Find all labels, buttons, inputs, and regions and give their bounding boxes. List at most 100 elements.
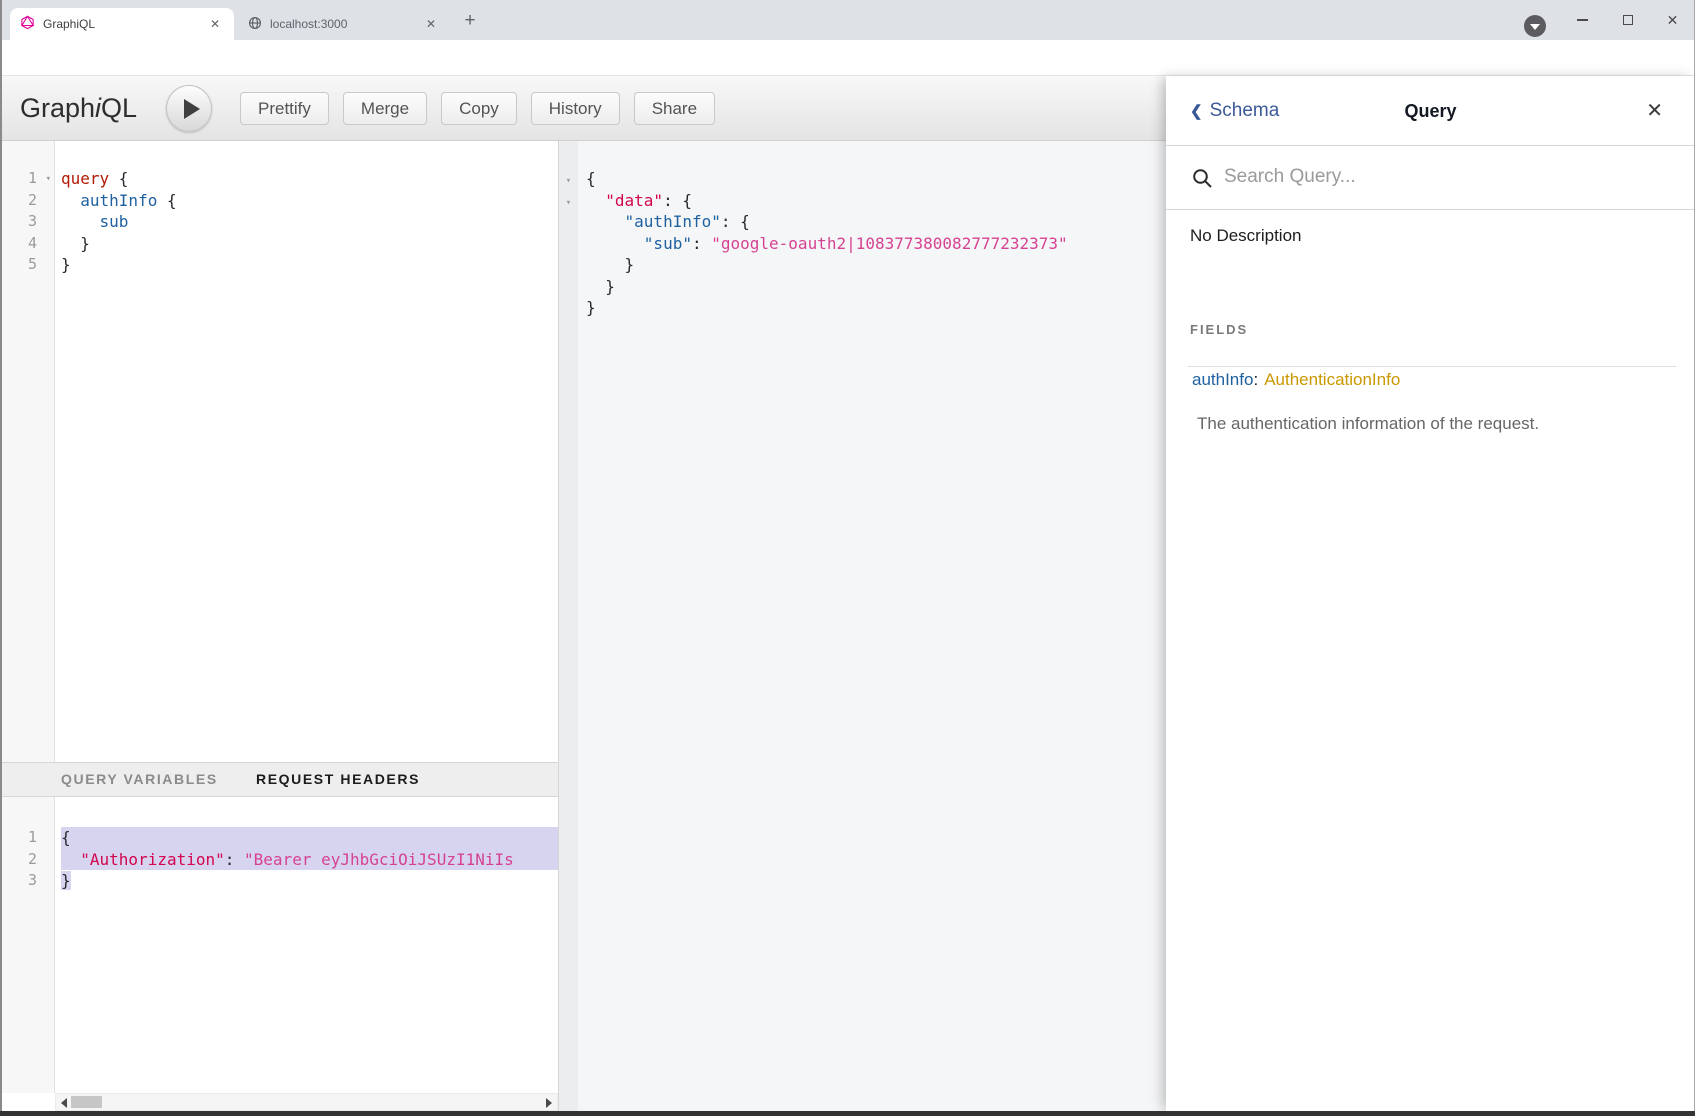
doc-search-input[interactable] — [1224, 146, 1664, 208]
code-token: } — [586, 255, 634, 274]
window-close-button[interactable]: ✕ — [1650, 0, 1695, 40]
headers-editor-code[interactable]: { "Authorization": "Bearer eyJhbGciOiJSU… — [61, 797, 558, 1093]
merge-button[interactable]: Merge — [343, 92, 427, 125]
code-token — [61, 191, 80, 210]
code-line[interactable]: { — [61, 827, 558, 849]
code-token — [586, 212, 625, 231]
tab-graphiql[interactable]: GraphiQL ✕ — [10, 8, 234, 40]
prettify-button[interactable]: Prettify — [240, 92, 329, 125]
doc-explorer-header: ❮Schema Query ✕ — [1166, 76, 1695, 146]
doc-title: Query — [1166, 76, 1695, 146]
tab-close-icon[interactable]: ✕ — [206, 15, 224, 33]
field-type-link[interactable]: AuthenticationInfo — [1264, 370, 1400, 389]
code-token: sub — [100, 212, 129, 231]
code-line[interactable]: } — [61, 254, 558, 276]
doc-explorer-panel: ❮Schema Query ✕ No Description FIELDS au… — [1166, 76, 1695, 1111]
fold-gutter-cell — [559, 211, 578, 233]
code-line: { — [586, 168, 1164, 190]
fold-toggle-icon[interactable]: ▾ — [566, 176, 571, 186]
code-line[interactable]: "Authorization": "Bearer eyJhbGciOiJSUzI… — [61, 849, 558, 871]
code-line[interactable]: } — [61, 233, 558, 255]
code-line[interactable]: authInfo { — [61, 190, 558, 212]
fold-gutter-cell: ▾ — [559, 190, 578, 212]
fold-toggle-icon[interactable]: ▾ — [566, 198, 571, 208]
result-fold-gutter: ▾▾ — [559, 141, 578, 1111]
code-token: "data" — [605, 191, 663, 210]
line-number: 2 — [0, 190, 54, 212]
graphql-logo-icon — [20, 15, 35, 33]
doc-fields-heading: FIELDS — [1190, 322, 1248, 337]
code-token: } — [61, 871, 71, 890]
tab-request-headers[interactable]: REQUEST HEADERS — [256, 763, 420, 796]
minimize-button[interactable] — [1560, 0, 1605, 40]
code-token: : — [225, 850, 244, 869]
code-token: "sub" — [644, 234, 692, 253]
tab-title: GraphiQL — [43, 17, 206, 31]
code-token: : { — [663, 191, 692, 210]
headers-editor-gutter: 123 — [0, 797, 55, 1093]
line-number: 3 — [0, 211, 54, 233]
line-number: 1 — [0, 827, 54, 849]
tab-localhost[interactable]: localhost:3000 ✕ — [238, 8, 450, 40]
doc-close-button[interactable]: ✕ — [1646, 76, 1663, 146]
scroll-right-icon[interactable] — [546, 1098, 552, 1108]
code-line: } — [586, 276, 1164, 298]
code-line[interactable]: } — [61, 870, 558, 892]
scroll-left-icon[interactable] — [61, 1098, 67, 1108]
result-code: { "data": { "authInfo": { "sub": "google… — [586, 141, 1164, 1111]
code-line: "sub": "google-oauth2|108377380082777232… — [586, 233, 1164, 255]
line-number: 2 — [0, 849, 54, 871]
tab-query-variables[interactable]: QUERY VARIABLES — [61, 763, 218, 796]
doc-search-row — [1166, 146, 1695, 210]
code-line: } — [586, 254, 1164, 276]
code-token: "Bearer eyJhbGciOiJSUzI1NiIs — [244, 850, 514, 869]
fold-toggle-icon[interactable]: ▾ — [46, 169, 51, 191]
window-border-bottom — [0, 1111, 1695, 1116]
code-line: "authInfo": { — [586, 211, 1164, 233]
field-name-link[interactable]: authInfo — [1192, 370, 1253, 389]
doc-field-entry: authInfo:AuthenticationInfo — [1192, 370, 1400, 390]
copy-button[interactable]: Copy — [441, 92, 517, 125]
scrollbar-thumb[interactable] — [71, 1096, 102, 1108]
code-token: { — [586, 169, 596, 188]
tab-close-icon[interactable]: ✕ — [422, 15, 440, 33]
query-editor-gutter: 1▾2345 — [0, 141, 55, 762]
code-token: { — [61, 828, 71, 847]
code-token: "google-oauth2|108377380082777232373" — [711, 234, 1067, 253]
secondary-editor-titlebar: QUERY VARIABLES REQUEST HEADERS — [0, 762, 558, 797]
line-number: 5 — [0, 254, 54, 276]
code-line: "data": { — [586, 190, 1164, 212]
doc-no-description: No Description — [1190, 226, 1302, 246]
code-token: } — [586, 298, 596, 317]
chevron-down-icon — [1530, 24, 1540, 30]
line-number: 3 — [0, 870, 54, 892]
code-token: : { — [721, 212, 750, 231]
horizontal-scrollbar[interactable] — [55, 1093, 558, 1111]
browser-tab-strip: GraphiQL ✕ localhost:3000 ✕ + ✕ — [0, 0, 1695, 40]
browser-navbar: ← → localhost:3000 uO P Tp L Aktualisier… — [0, 40, 1695, 76]
fold-gutter-cell: ▾ — [559, 168, 578, 190]
code-token — [586, 191, 605, 210]
minimize-icon — [1577, 19, 1588, 21]
line-number: 1▾ — [0, 168, 54, 190]
doc-fields-divider — [1188, 366, 1676, 367]
line-number: 4 — [0, 233, 54, 255]
graphiql-logo: GraphiQL — [20, 76, 137, 140]
share-button[interactable]: Share — [634, 92, 715, 125]
history-button[interactable]: History — [531, 92, 620, 125]
query-editor-code[interactable]: query { authInfo { sub }} — [61, 141, 558, 762]
code-token: query — [61, 169, 109, 188]
new-tab-button[interactable]: + — [460, 12, 480, 32]
download-status-icon[interactable] — [1524, 15, 1546, 37]
maximize-button[interactable] — [1605, 0, 1650, 40]
code-token — [61, 850, 80, 869]
code-token — [586, 234, 644, 253]
execute-query-button[interactable] — [166, 85, 212, 132]
code-line[interactable]: query { — [61, 168, 558, 190]
toolbar-buttons: Prettify Merge Copy History Share — [240, 92, 715, 125]
fold-gutter-cell — [559, 297, 578, 319]
doc-field-description: The authentication information of the re… — [1197, 414, 1539, 434]
code-token: } — [61, 234, 90, 253]
code-token: { — [109, 169, 128, 188]
code-line[interactable]: sub — [61, 211, 558, 233]
